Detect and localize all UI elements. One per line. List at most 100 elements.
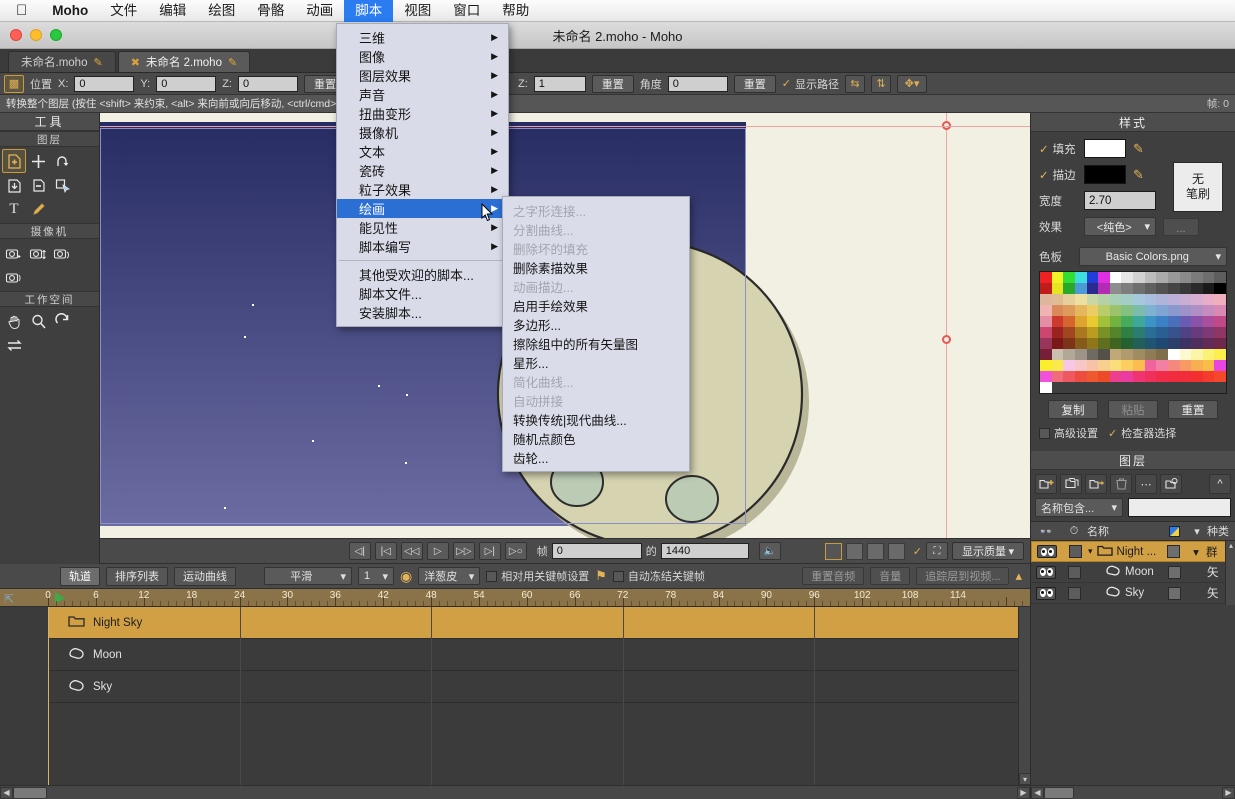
color-swatch[interactable]	[1156, 349, 1168, 360]
color-swatch[interactable]	[1063, 349, 1075, 360]
color-swatch[interactable]	[1063, 327, 1075, 338]
camera-track-icon[interactable]	[2, 241, 26, 265]
volume-button[interactable]: 音量	[870, 567, 910, 585]
color-swatch[interactable]	[1145, 294, 1157, 305]
timeline-horizontal-scrollbar[interactable]: ◀ ▶	[0, 785, 1030, 799]
camera-pan-tilt-icon[interactable]	[2, 265, 26, 289]
color-swatch[interactable]	[1087, 327, 1099, 338]
color-swatch[interactable]	[1191, 305, 1203, 316]
color-swatch[interactable]	[1145, 327, 1157, 338]
reset-angle-button[interactable]: 重置	[734, 75, 776, 93]
align-icon[interactable]: ✥▾	[897, 75, 927, 93]
script-menu-item[interactable]: 摄像机▶	[337, 123, 508, 142]
view-layout-quad-button[interactable]	[888, 543, 905, 560]
color-swatch[interactable]	[1133, 305, 1145, 316]
color-swatch[interactable]	[1087, 360, 1099, 371]
fill-color-swatch[interactable]	[1084, 139, 1126, 158]
color-swatch[interactable]	[1098, 338, 1110, 349]
color-swatch[interactable]	[1075, 349, 1087, 360]
layer-select-icon[interactable]	[50, 173, 74, 197]
color-swatch[interactable]	[1110, 294, 1122, 305]
timeline-vertical-scrollbar[interactable]: ▾	[1018, 607, 1030, 785]
color-swatch[interactable]	[1133, 316, 1145, 327]
color-swatch[interactable]	[1191, 338, 1203, 349]
view-layout-two-row-button[interactable]	[867, 543, 884, 560]
color-swatch[interactable]	[1180, 327, 1192, 338]
timeline-track-row[interactable]: Sky	[48, 671, 1018, 703]
layer-lock-toggle[interactable]	[1061, 587, 1087, 600]
sort-column-icon[interactable]: ▾	[1187, 525, 1207, 538]
color-swatch[interactable]	[1180, 305, 1192, 316]
script-menu-item[interactable]: 脚本编写▶	[337, 237, 508, 256]
timeline-track-row[interactable]: Moon	[48, 639, 1018, 671]
draw-submenu-item[interactable]: 随机点颜色	[503, 429, 689, 448]
scroll-thumb[interactable]	[1044, 787, 1074, 799]
play-button[interactable]: ▷	[427, 542, 449, 560]
color-swatch[interactable]	[1133, 360, 1145, 371]
color-swatch[interactable]	[1110, 338, 1122, 349]
translate-layer-icon[interactable]: ▩	[4, 75, 24, 93]
color-swatch[interactable]	[1075, 327, 1087, 338]
script-menu-dropdown[interactable]: 三维▶图像▶图层效果▶声音▶扭曲变形▶摄像机▶文本▶瓷砖▶粒子效果▶绘画▶能见性…	[336, 23, 509, 327]
color-swatch[interactable]	[1145, 338, 1157, 349]
scroll-right-arrow[interactable]: ▶	[1222, 787, 1235, 799]
color-swatch[interactable]	[1063, 360, 1075, 371]
color-swatch[interactable]	[1145, 349, 1157, 360]
color-swatch[interactable]	[1040, 272, 1052, 283]
view-layout-single-button[interactable]	[825, 543, 842, 560]
color-swatch[interactable]	[1156, 327, 1168, 338]
text-tool-icon[interactable]: T	[2, 197, 26, 221]
color-swatch[interactable]	[1121, 338, 1133, 349]
color-swatch[interactable]	[1040, 360, 1052, 371]
color-swatch[interactable]	[1191, 349, 1203, 360]
new-layer-button[interactable]	[1035, 474, 1057, 494]
color-swatch[interactable]	[1168, 294, 1180, 305]
layer-row[interactable]: Moon矢	[1031, 562, 1235, 583]
color-swatch[interactable]	[1121, 305, 1133, 316]
color-swatch[interactable]	[1098, 327, 1110, 338]
view-layout-two-column-button[interactable]	[846, 543, 863, 560]
color-swatch[interactable]	[1180, 349, 1192, 360]
collapse-panel-button[interactable]: ^	[1209, 474, 1231, 494]
color-swatch[interactable]	[1133, 272, 1145, 283]
translate-layer-icon[interactable]	[2, 149, 26, 173]
color-swatch[interactable]	[1203, 349, 1215, 360]
flag-icon[interactable]: ⚑	[595, 568, 607, 584]
menu-item-bone[interactable]: 骨骼	[246, 0, 295, 22]
draw-submenu-item[interactable]: 齿轮...	[503, 448, 689, 467]
color-swatch[interactable]	[1087, 305, 1099, 316]
color-swatch[interactable]	[1133, 371, 1145, 382]
expand-arrow-icon[interactable]: ▾	[1088, 546, 1093, 557]
color-swatch[interactable]	[1156, 360, 1168, 371]
draw-submenu-item[interactable]: 擦除组中的所有矢量图	[503, 334, 689, 353]
menu-item-draw[interactable]: 绘图	[197, 0, 246, 22]
draw-submenu-item[interactable]: 删除素描效果	[503, 258, 689, 277]
color-swatch[interactable]	[1203, 305, 1215, 316]
color-swatch[interactable]	[1168, 283, 1180, 294]
rotate-view-icon[interactable]	[50, 309, 74, 333]
interpolation-dropdown[interactable]: 平滑 ▾	[264, 567, 352, 585]
onion-skin-dropdown[interactable]: 洋葱皮 ▾	[418, 567, 480, 585]
color-swatch[interactable]	[1168, 316, 1180, 327]
reset-zscale-button[interactable]: 重置	[592, 75, 634, 93]
timeline-tab-motion-curves[interactable]: 运动曲线	[174, 567, 236, 586]
color-swatch[interactable]	[1191, 316, 1203, 327]
color-swatch[interactable]	[1168, 338, 1180, 349]
frame-input[interactable]: 0	[552, 543, 642, 559]
layer-color-swatch[interactable]	[1161, 587, 1187, 600]
color-swatch[interactable]	[1075, 294, 1087, 305]
flip-layer-icon[interactable]	[26, 173, 50, 197]
inspector-selection-checkbox[interactable]: ✓ 检查器选择	[1108, 425, 1176, 441]
color-swatch[interactable]	[1040, 316, 1052, 327]
color-swatch[interactable]	[1087, 283, 1099, 294]
scroll-right-arrow[interactable]: ▶	[1017, 787, 1030, 799]
advanced-settings-checkbox[interactable]: 高级设置	[1039, 425, 1098, 441]
relative-keyframe-checkbox[interactable]: 相对用关键帧设置	[486, 568, 589, 584]
color-swatch[interactable]	[1214, 360, 1226, 371]
document-tab-1[interactable]: 未命名.moho ✎	[8, 51, 116, 72]
reset-style-button[interactable]: 重置	[1168, 400, 1218, 419]
color-swatch[interactable]	[1063, 316, 1075, 327]
draw-submenu-item[interactable]: 分割曲线...	[503, 220, 689, 239]
color-swatch[interactable]	[1121, 349, 1133, 360]
paste-style-button[interactable]: 粘贴	[1108, 400, 1158, 419]
